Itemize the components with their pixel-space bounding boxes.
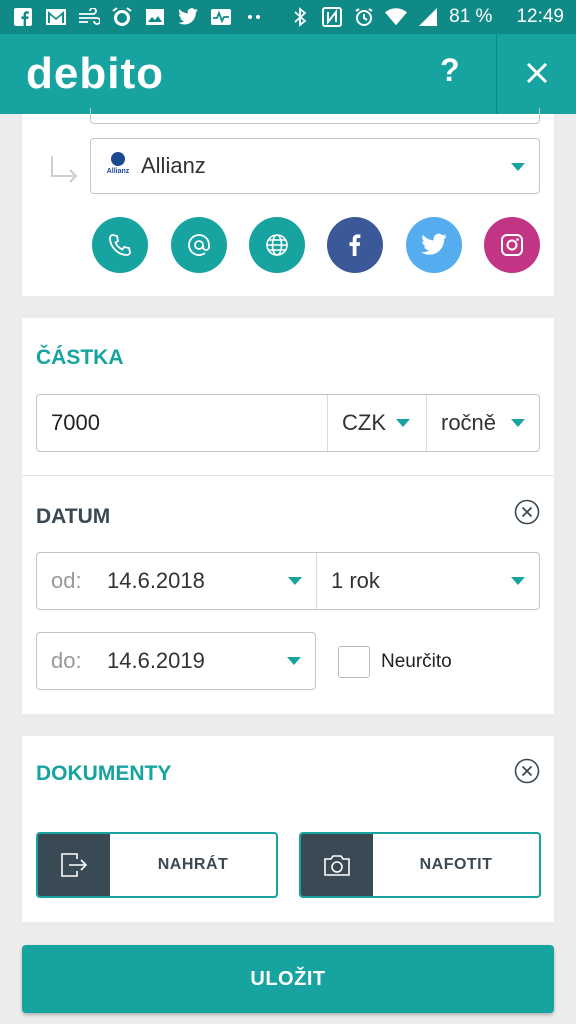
from-value: 14.6.2018 (107, 568, 205, 593)
chevron-down-icon (511, 577, 525, 585)
facebook-icon (349, 234, 361, 256)
nfc-icon (321, 7, 343, 27)
camera-icon (324, 855, 350, 876)
web-button[interactable] (249, 217, 305, 273)
twitter-icon (177, 7, 199, 27)
app-bar-divider (496, 34, 497, 114)
upload-button[interactable]: NAHRÁT (36, 832, 278, 898)
chevron-down-icon (287, 657, 301, 665)
chevron-down-icon (511, 419, 525, 427)
facebook-button[interactable] (327, 217, 383, 273)
photo-button[interactable]: NAFOTIT (299, 832, 541, 898)
amount-date-card: ČÁSTKA 7000 CZK ročně DATUM od: 14.6.201… (22, 318, 554, 714)
insurer-select[interactable]: Allianz Allianz (90, 138, 540, 194)
date-from-select[interactable]: od: 14.6.2018 (37, 553, 317, 609)
image-icon (144, 7, 166, 27)
facebook-icon (12, 7, 34, 27)
to-prefix: do: (51, 648, 82, 673)
close-icon (526, 62, 548, 84)
to-value: 14.6.2019 (107, 648, 205, 673)
phone-button[interactable] (92, 217, 148, 273)
clear-circle-icon (514, 758, 540, 784)
clear-circle-icon (514, 499, 540, 525)
currency-select[interactable]: CZK (328, 395, 427, 451)
documents-clear-button[interactable] (514, 758, 540, 784)
activity-icon (210, 7, 232, 27)
chevron-down-icon (396, 419, 410, 427)
date-to-select[interactable]: do: 14.6.2019 (36, 632, 316, 690)
chevron-down-icon (288, 577, 302, 585)
upload-icon-box (38, 834, 110, 896)
app-bar: debito ? (0, 34, 576, 114)
from-prefix: od: (51, 568, 82, 593)
camera-icon-box (301, 834, 373, 896)
alarm-icon (353, 7, 375, 27)
web-icon (266, 234, 288, 256)
status-bar: 81 % 12:49 (0, 0, 576, 34)
instagram-icon (501, 234, 523, 256)
twitter-button[interactable] (406, 217, 462, 273)
insurer-value: Allianz (141, 153, 206, 178)
help-button[interactable]: ? (440, 52, 460, 89)
indefinite-label: Neurčito (381, 651, 452, 672)
chevron-down-icon (511, 163, 525, 171)
wifi-icon (385, 7, 408, 27)
phone-icon (109, 234, 131, 256)
close-button[interactable] (520, 56, 554, 90)
duration-select[interactable]: 1 rok (317, 553, 539, 609)
previous-field[interactable] (90, 108, 540, 124)
app-logo: debito (26, 49, 164, 98)
section-divider (22, 475, 554, 476)
more-dots-icon (243, 7, 265, 27)
date-from-row: od: 14.6.2018 1 rok (36, 552, 540, 610)
amount-title: ČÁSTKA (36, 346, 124, 369)
date-clear-button[interactable] (514, 499, 540, 525)
documents-card: DOKUMENTY NAHRÁT NAFOTIT (22, 736, 554, 922)
gmail-icon (45, 7, 67, 27)
period-value: ročně (441, 410, 497, 435)
save-button[interactable]: ULOŽIT (22, 945, 554, 1013)
date-title: DATUM (36, 505, 111, 528)
clock: 12:49 (516, 6, 564, 27)
duration-value: 1 rok (331, 568, 380, 593)
instagram-button[interactable] (484, 217, 540, 273)
battery-level: 81 % (449, 6, 493, 27)
allianz-logo: Allianz (105, 152, 131, 180)
wind-icon (78, 7, 100, 27)
photo-label: NAFOTIT (419, 856, 493, 873)
period-select[interactable]: ročně (427, 395, 539, 451)
bluetooth-icon (289, 7, 311, 27)
insurer-card: Allianz Allianz (22, 108, 554, 296)
email-icon (188, 234, 210, 256)
documents-title: DOKUMENTY (36, 762, 172, 785)
sub-arrow-icon (51, 156, 78, 183)
amount-input[interactable]: 7000 (37, 395, 328, 451)
email-button[interactable] (171, 217, 227, 273)
currency-value: CZK (342, 410, 386, 435)
indefinite-checkbox[interactable] (338, 646, 370, 678)
twitter-icon (421, 233, 447, 255)
alarm-clock-icon (111, 7, 133, 27)
signal-icon (417, 7, 439, 27)
amount-row: 7000 CZK ročně (36, 394, 540, 452)
upload-label: NAHRÁT (157, 856, 229, 873)
upload-icon (61, 853, 88, 877)
